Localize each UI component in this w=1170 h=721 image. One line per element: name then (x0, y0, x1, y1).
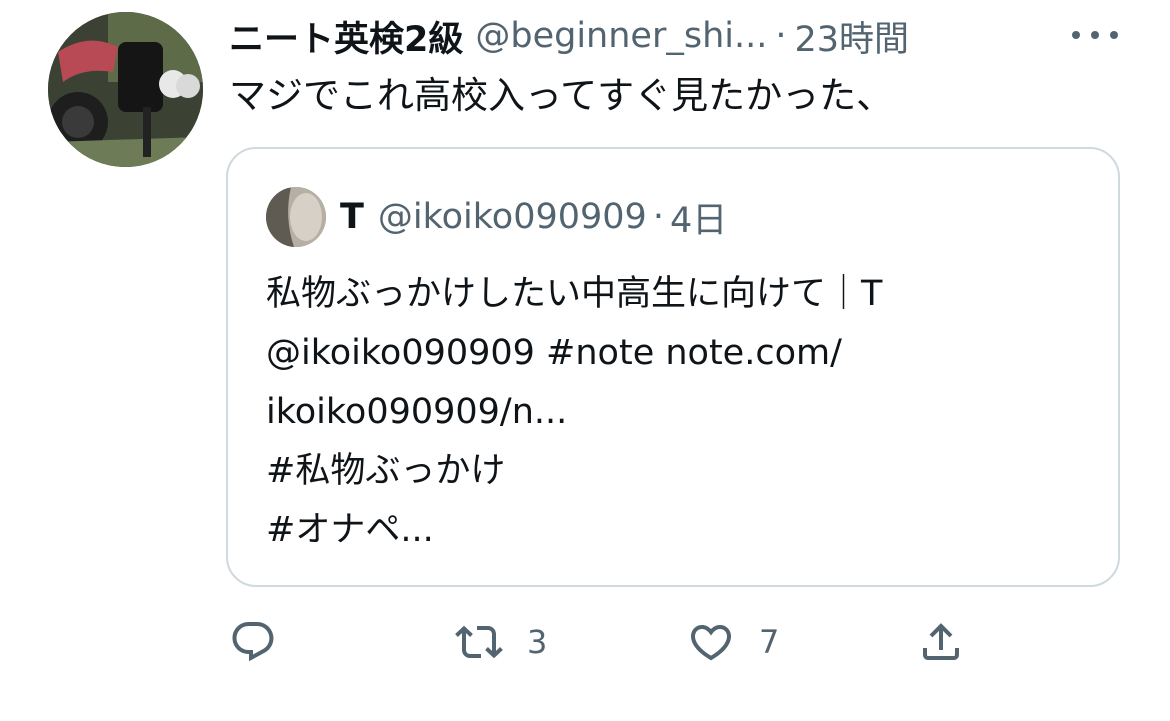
tweet-header: ニート英検2級 @beginner_shi... · 23時間 (229, 8, 909, 64)
share-icon (923, 623, 959, 660)
retweet-button[interactable]: 3 (455, 612, 547, 672)
like-count: 7 (759, 623, 780, 661)
separator-dot: · (652, 197, 664, 237)
user-handle[interactable]: @beginner_shi... (475, 16, 767, 56)
like-button[interactable]: 7 (687, 612, 779, 672)
quoted-avatar-image (266, 187, 326, 247)
quoted-text-line: 私物ぶっかけしたい中高生に向けて｜T (266, 274, 883, 314)
quoted-text-line: #私物ぶっかけ (266, 451, 506, 491)
more-options-icon[interactable] (1072, 20, 1118, 50)
tweet-text: マジでこれ高校入ってすぐ見たかった、 (229, 74, 894, 117)
quoted-display-name: T (340, 197, 364, 237)
avatar[interactable] (48, 12, 203, 167)
share-button[interactable] (917, 612, 965, 672)
quoted-text-line: ikoiko090909/n... (266, 392, 568, 432)
separator-dot: · (775, 16, 787, 56)
quoted-handle: @ikoiko090909 (377, 197, 647, 237)
tweet[interactable]: ニート英検2級 @beginner_shi... · 23時間 マジでこれ高校入… (0, 0, 1170, 721)
retweet-count: 3 (527, 623, 548, 661)
heart-icon (690, 625, 732, 661)
display-name[interactable]: ニート英検2級 (229, 11, 463, 62)
reply-icon (232, 622, 274, 662)
quoted-text-line: #オナペ... (266, 510, 434, 550)
avatar-image (48, 12, 203, 167)
quoted-text: 私物ぶっかけしたい中高生に向けて｜T @ikoiko090909 #note n… (266, 265, 882, 560)
quoted-tweet[interactable]: T @ikoiko090909 · 4日 私物ぶっかけしたい中高生に向けて｜T … (226, 147, 1120, 587)
quoted-header: T @ikoiko090909 · 4日 (340, 189, 727, 245)
retweet-icon (455, 625, 503, 659)
action-bar: 3 7 (229, 612, 989, 672)
timestamp[interactable]: 23時間 (795, 11, 910, 62)
reply-button[interactable] (229, 612, 277, 672)
quoted-text-line: @ikoiko090909 #note note.com/ (266, 333, 842, 373)
quoted-avatar[interactable] (266, 187, 326, 247)
quoted-timestamp: 4日 (669, 200, 728, 241)
